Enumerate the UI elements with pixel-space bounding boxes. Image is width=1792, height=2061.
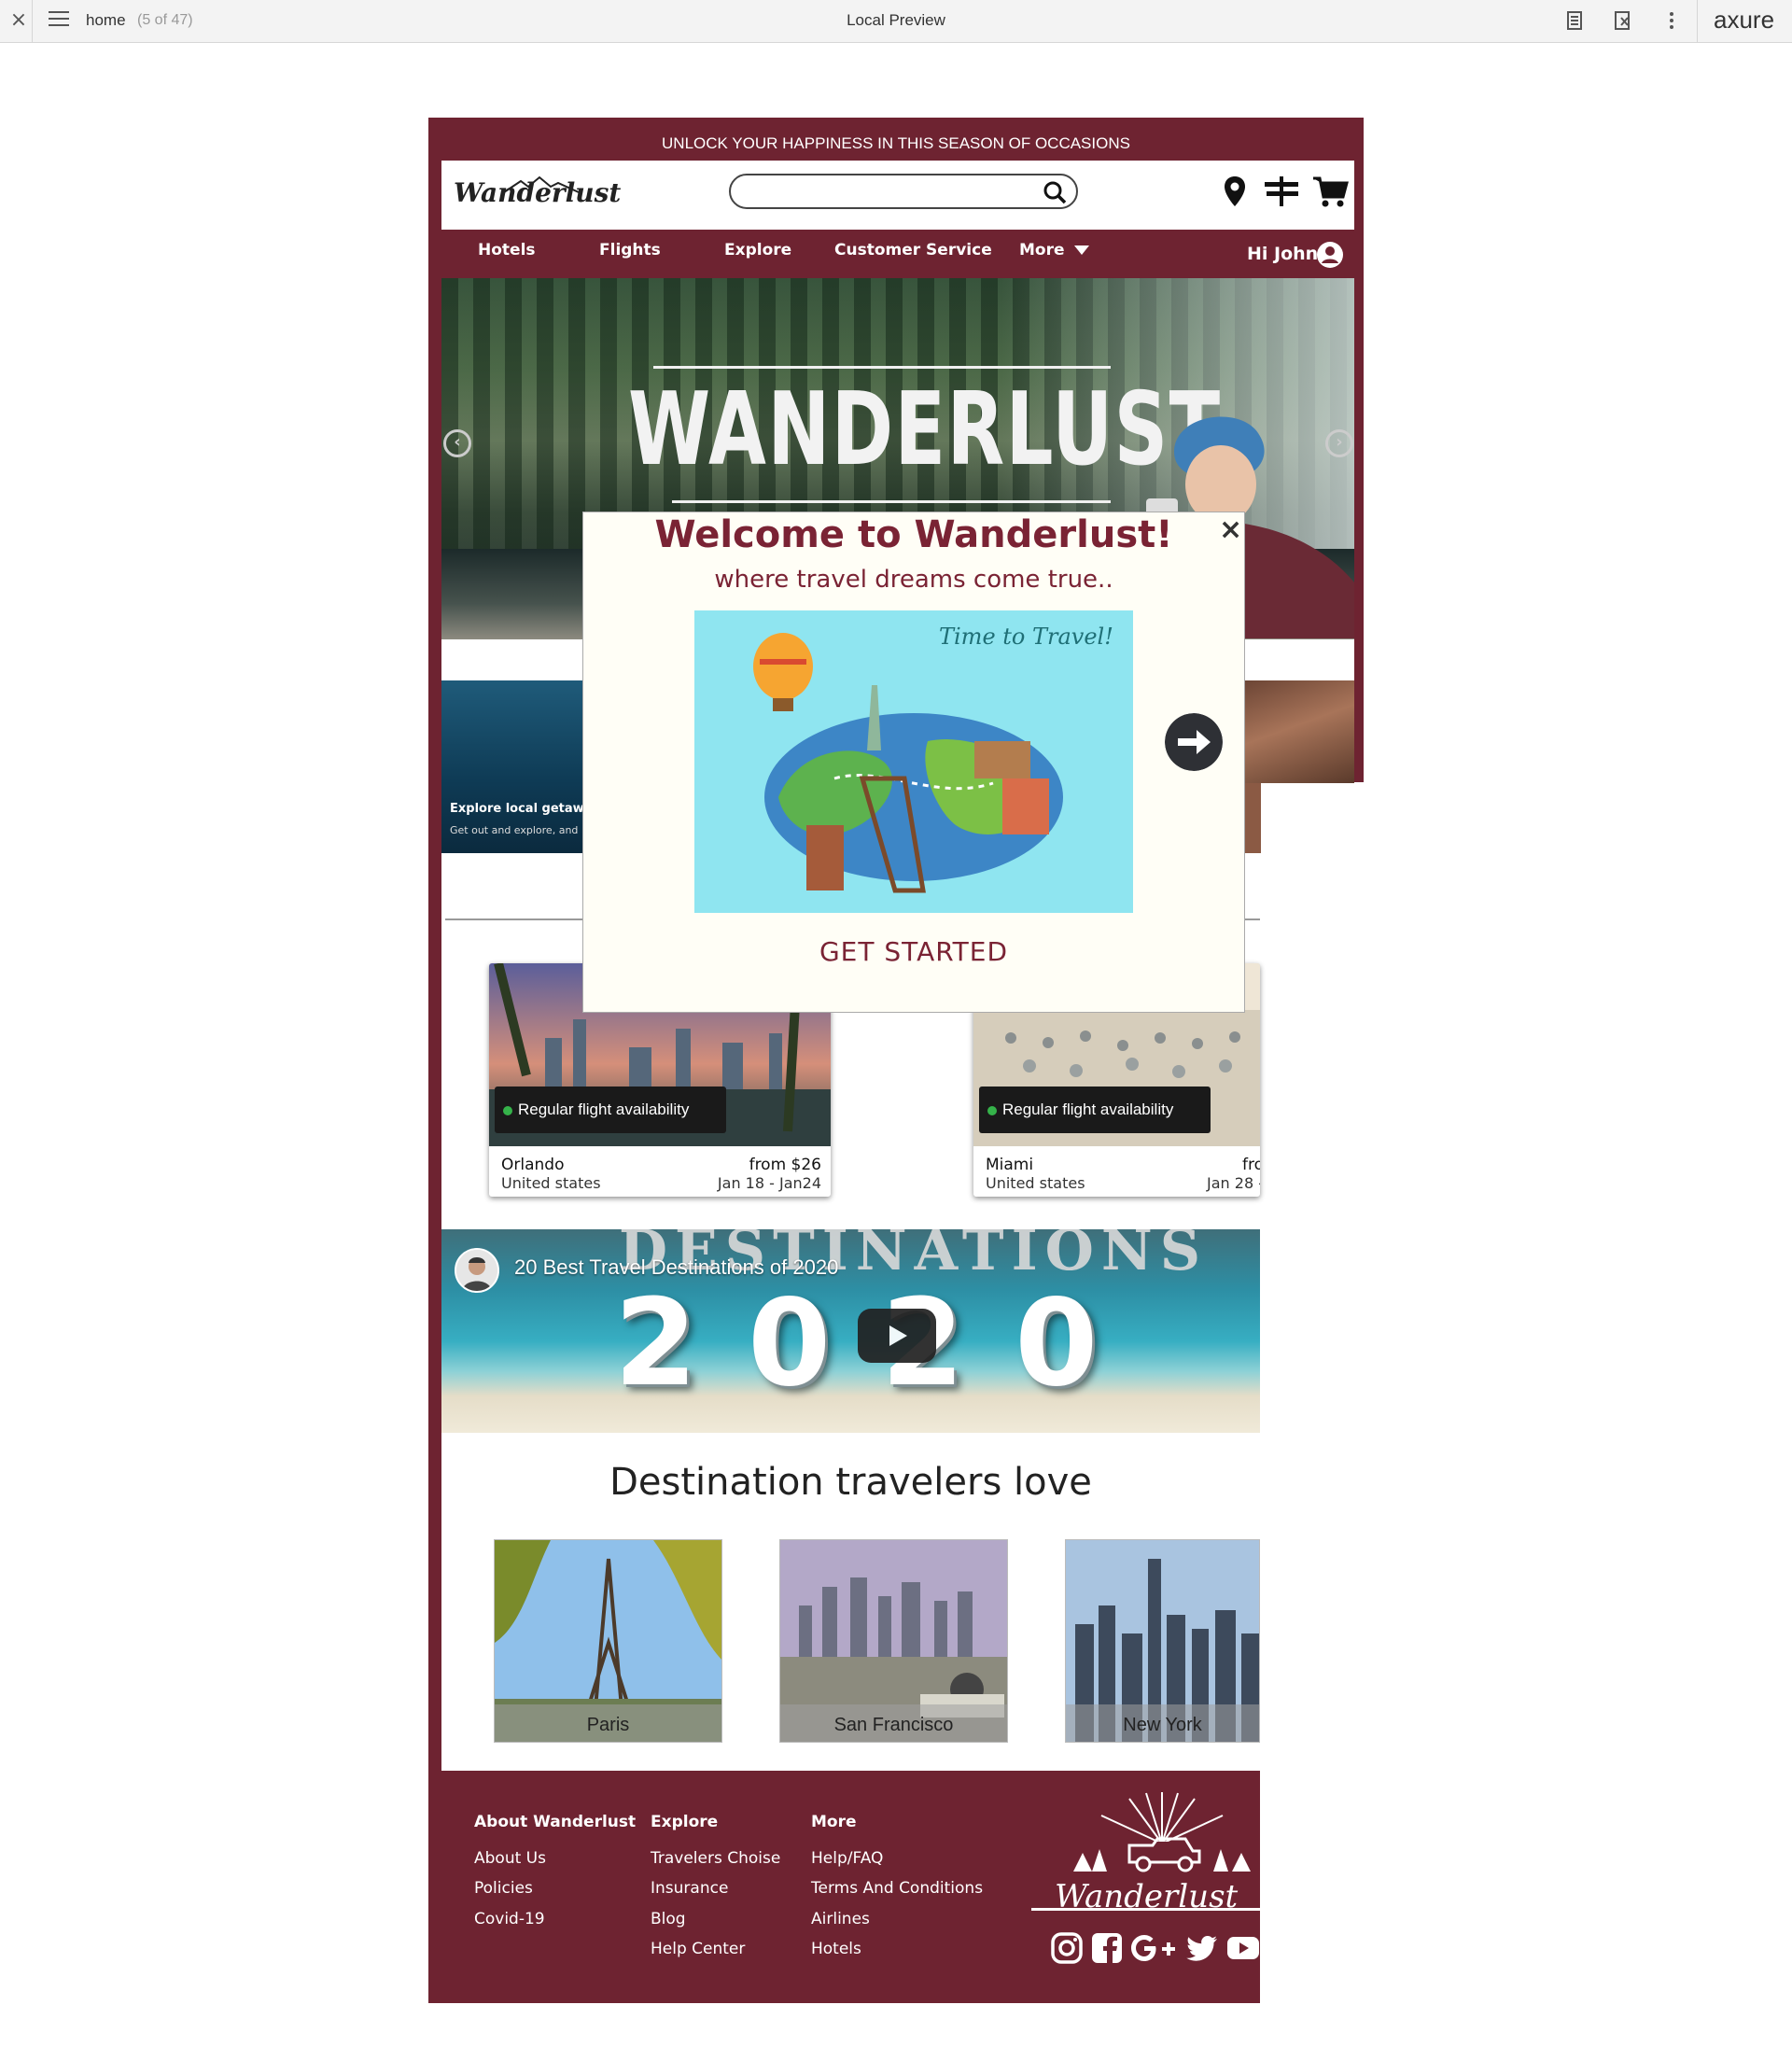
google-plus-icon[interactable] [1129,1931,1178,1965]
flight-country: United states [986,1174,1085,1192]
modal-subtitle: where travel dreams come true.. [714,566,1113,594]
destination-new-york[interactable]: New York [1065,1539,1260,1743]
footer-link-help-center[interactable]: Help Center [651,1940,745,1958]
cart-icon[interactable] [1311,175,1349,208]
footer-logo-arrow [1031,1908,1260,1911]
user-greeting[interactable]: Hi John [1247,244,1318,264]
getaway-card[interactable]: Explore local getawa Get out and explore… [441,680,592,853]
flight-price: fro [1241,1156,1260,1174]
nav-flights[interactable]: Flights [599,241,661,259]
flight-city: Miami [986,1156,1034,1174]
youtube-icon[interactable] [1226,1931,1260,1965]
footer-heading-explore: Explore [651,1813,719,1831]
jeep-sunburst-icon [1073,1792,1251,1872]
chevron-down-icon [1073,245,1089,255]
nav-more[interactable]: More [1019,241,1089,259]
decorative-arrow [672,500,1111,503]
footer-link-airlines[interactable]: Airlines [811,1910,870,1928]
destination-label: Paris [495,1704,721,1742]
destinations-heading: Destination travelers love [609,1461,1092,1504]
footer-link-insurance[interactable]: Insurance [651,1879,728,1898]
decorative-arrow [653,366,1111,369]
close-icon[interactable]: × [1219,513,1242,546]
play-button-icon[interactable] [858,1309,936,1363]
destination-label: New York [1066,1704,1259,1742]
destination-label: San Francisco [780,1704,1007,1742]
flight-city: Orlando [501,1156,565,1174]
nav-hotels[interactable]: Hotels [478,241,536,259]
channel-avatar[interactable] [455,1248,499,1293]
more-options-icon[interactable] [1661,10,1682,31]
footer-link-about-us[interactable]: About Us [474,1849,546,1868]
destination-san-francisco[interactable]: San Francisco [779,1539,1008,1743]
nav-customer-service[interactable]: Customer Service [834,241,992,259]
getaway-card-subtitle: Get out and explore, and [450,824,579,836]
carousel-prev-icon[interactable]: ‹ [443,429,471,457]
notes-icon[interactable] [1564,10,1585,31]
canyon-card-image [1244,783,1261,853]
footer-link-travelers-choise[interactable]: Travelers Choise [651,1849,780,1868]
availability-badge: Regular flight availability [979,1087,1211,1133]
availability-badge: Regular flight availability [495,1087,726,1133]
flight-dates: Jan 28 - [1207,1174,1260,1192]
footer-link-hotels[interactable]: Hotels [811,1940,861,1958]
canyon-card-image[interactable] [1244,680,1354,783]
toolbar-divider [1697,0,1698,42]
site-logo[interactable]: Wanderlust [454,177,621,208]
modal-illustration: Time to Travel! [694,610,1133,913]
modal-image-caption: Time to Travel! [939,624,1113,650]
location-pin-icon[interactable] [1223,175,1247,210]
video-title[interactable]: 20 Best Travel Destinations of 2020 [514,1255,838,1280]
search-icon[interactable] [1043,180,1067,204]
viewer-toolbar: × home (5 of 47) Local Preview axure [0,0,1792,43]
get-started-button[interactable]: GET STARTED [582,936,1245,967]
viewer-title: Local Preview [847,11,945,29]
hero-title: WANDERLUST [628,372,1222,488]
nav-explore[interactable]: Explore [724,241,791,259]
user-avatar-icon[interactable] [1316,241,1344,269]
availability-label: Regular flight availability [1002,1101,1174,1118]
flight-dates: Jan 18 - Jan24 [717,1174,821,1192]
nav-more-label: More [1019,241,1065,259]
footer-link-blog[interactable]: Blog [651,1910,686,1928]
inspect-icon[interactable] [1613,10,1633,31]
footer-link-policies[interactable]: Policies [474,1879,533,1898]
signpost-icon[interactable] [1263,175,1300,208]
status-dot-icon [987,1105,997,1115]
footer-link-covid[interactable]: Covid-19 [474,1910,545,1928]
flight-price: from $26 [749,1156,821,1174]
facebook-icon[interactable] [1090,1931,1124,1965]
promo-text: UNLOCK YOUR HAPPINESS IN THIS SEASON OF … [662,134,1130,152]
site-frame-left [428,118,441,2003]
instagram-icon[interactable] [1050,1931,1084,1965]
footer-heading-about: About Wanderlust [474,1813,637,1831]
globe-landmarks-image [694,610,1133,913]
status-dot-icon [503,1105,512,1115]
flight-country: United states [501,1174,601,1192]
carousel-next-icon[interactable]: › [1325,429,1353,457]
getaway-card-title: Explore local getawa [450,802,593,816]
video-embed[interactable]: DESTINATIONS 2020 20 Best Travel Destina… [441,1229,1260,1433]
availability-label: Regular flight availability [518,1101,690,1118]
modal-title: Welcome to Wanderlust! [654,513,1173,556]
site-frame-right [1354,118,1364,782]
footer-link-terms[interactable]: Terms And Conditions [811,1879,983,1898]
footer-heading-more: More [811,1813,857,1831]
destination-paris[interactable]: Paris [494,1539,722,1743]
axure-logo: axure [1714,6,1775,34]
search-input[interactable] [729,174,1078,209]
arrow-right-icon[interactable] [1165,713,1223,771]
twitter-icon[interactable] [1185,1931,1219,1965]
footer-link-help-faq[interactable]: Help/FAQ [811,1849,883,1868]
